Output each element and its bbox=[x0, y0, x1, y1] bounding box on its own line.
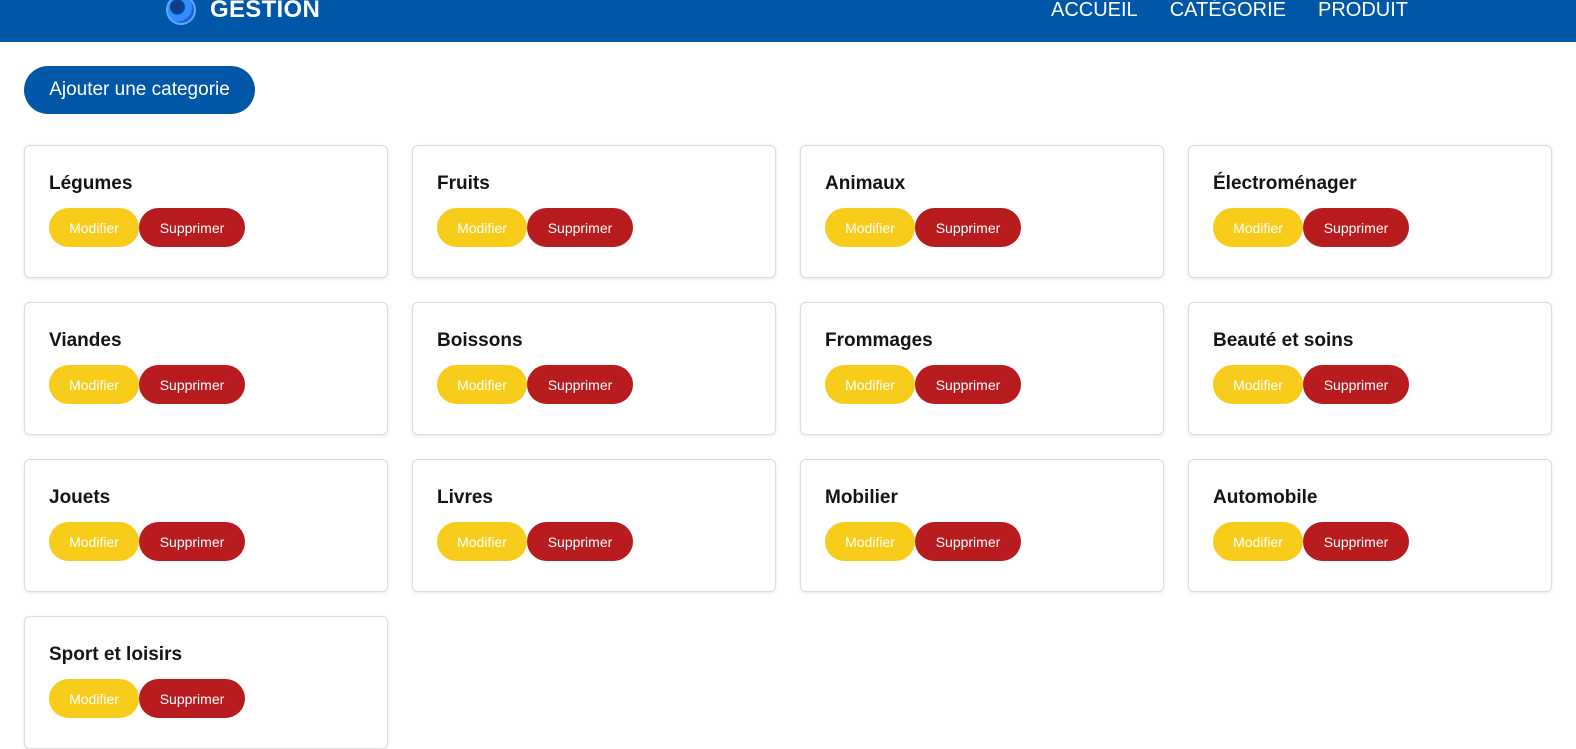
category-card: Livres Modifier Supprimer bbox=[412, 459, 776, 592]
nav-link-accueil[interactable]: ACCUEIL bbox=[1051, 0, 1138, 24]
card-actions: Modifier Supprimer bbox=[49, 522, 363, 561]
category-card: Beauté et soins Modifier Supprimer bbox=[1188, 302, 1552, 435]
delete-button[interactable]: Supprimer bbox=[915, 208, 1021, 247]
card-actions: Modifier Supprimer bbox=[49, 208, 363, 247]
delete-button[interactable]: Supprimer bbox=[915, 522, 1021, 561]
category-card: Animaux Modifier Supprimer bbox=[800, 145, 1164, 278]
category-title: Légumes bbox=[49, 173, 133, 194]
category-title: Sport et loisirs bbox=[49, 644, 183, 665]
category-card: Mobilier Modifier Supprimer bbox=[800, 459, 1164, 592]
delete-button[interactable]: Supprimer bbox=[139, 679, 245, 718]
edit-button[interactable]: Modifier bbox=[1213, 522, 1303, 561]
category-card: Frommages Modifier Supprimer bbox=[800, 302, 1164, 435]
delete-button[interactable]: Supprimer bbox=[527, 522, 633, 561]
category-title: Livres bbox=[437, 487, 493, 508]
category-card: Électroménager Modifier Supprimer bbox=[1188, 145, 1552, 278]
category-title: Mobilier bbox=[825, 487, 898, 508]
delete-button[interactable]: Supprimer bbox=[1303, 208, 1409, 247]
category-card: Viandes Modifier Supprimer bbox=[24, 302, 388, 435]
nav-link-categorie[interactable]: CATÉGORIE bbox=[1170, 0, 1286, 24]
add-category-button[interactable]: Ajouter une categorie bbox=[24, 66, 255, 114]
card-actions: Modifier Supprimer bbox=[1213, 208, 1527, 247]
card-actions: Modifier Supprimer bbox=[1213, 522, 1527, 561]
category-card: Fruits Modifier Supprimer bbox=[412, 145, 776, 278]
delete-button[interactable]: Supprimer bbox=[139, 365, 245, 404]
delete-button[interactable]: Supprimer bbox=[1303, 365, 1409, 404]
category-title: Jouets bbox=[49, 487, 111, 508]
edit-button[interactable]: Modifier bbox=[1213, 208, 1303, 247]
category-title: Frommages bbox=[825, 330, 933, 351]
card-actions: Modifier Supprimer bbox=[49, 679, 363, 718]
edit-button[interactable]: Modifier bbox=[825, 365, 915, 404]
edit-button[interactable]: Modifier bbox=[49, 365, 139, 404]
card-actions: Modifier Supprimer bbox=[437, 208, 751, 247]
edit-button[interactable]: Modifier bbox=[437, 365, 527, 404]
delete-button[interactable]: Supprimer bbox=[139, 208, 245, 247]
delete-button[interactable]: Supprimer bbox=[915, 365, 1021, 404]
card-actions: Modifier Supprimer bbox=[825, 208, 1139, 247]
category-title: Animaux bbox=[825, 173, 906, 194]
delete-button[interactable]: Supprimer bbox=[139, 522, 245, 561]
edit-button[interactable]: Modifier bbox=[49, 679, 139, 718]
category-title: Boissons bbox=[437, 330, 523, 351]
category-card: Légumes Modifier Supprimer bbox=[24, 145, 388, 278]
edit-button[interactable]: Modifier bbox=[49, 522, 139, 561]
swirl-logo-icon bbox=[166, 0, 196, 25]
card-actions: Modifier Supprimer bbox=[49, 365, 363, 404]
category-card: Jouets Modifier Supprimer bbox=[24, 459, 388, 592]
card-actions: Modifier Supprimer bbox=[437, 522, 751, 561]
category-title: Électroménager bbox=[1213, 173, 1357, 194]
edit-button[interactable]: Modifier bbox=[825, 208, 915, 247]
category-grid: Légumes Modifier Supprimer Fruits Modifier Su… bbox=[24, 145, 1552, 749]
category-title: Beauté et soins bbox=[1213, 330, 1354, 351]
card-actions: Modifier Supprimer bbox=[1213, 365, 1527, 404]
brand[interactable]: GESTION bbox=[166, 0, 320, 26]
brand-title: GESTION bbox=[210, 0, 321, 23]
edit-button[interactable]: Modifier bbox=[825, 522, 915, 561]
edit-button[interactable]: Modifier bbox=[49, 208, 139, 247]
card-actions: Modifier Supprimer bbox=[825, 522, 1139, 561]
top-navbar: GESTION ACCUEIL CATÉGORIE PRODUIT bbox=[0, 0, 1576, 42]
category-card: Boissons Modifier Supprimer bbox=[412, 302, 776, 435]
edit-button[interactable]: Modifier bbox=[437, 522, 527, 561]
category-title: Fruits bbox=[437, 173, 490, 194]
category-title: Viandes bbox=[49, 330, 122, 351]
category-card: Sport et loisirs Modifier Supprimer bbox=[24, 616, 388, 749]
category-card: Automobile Modifier Supprimer bbox=[1188, 459, 1552, 592]
delete-button[interactable]: Supprimer bbox=[1303, 522, 1409, 561]
edit-button[interactable]: Modifier bbox=[1213, 365, 1303, 404]
card-actions: Modifier Supprimer bbox=[437, 365, 751, 404]
delete-button[interactable]: Supprimer bbox=[527, 208, 633, 247]
nav-links: ACCUEIL CATÉGORIE PRODUIT bbox=[1051, 0, 1408, 24]
nav-link-produit[interactable]: PRODUIT bbox=[1318, 0, 1408, 24]
category-title: Automobile bbox=[1213, 487, 1318, 508]
delete-button[interactable]: Supprimer bbox=[527, 365, 633, 404]
card-actions: Modifier Supprimer bbox=[825, 365, 1139, 404]
edit-button[interactable]: Modifier bbox=[437, 208, 527, 247]
